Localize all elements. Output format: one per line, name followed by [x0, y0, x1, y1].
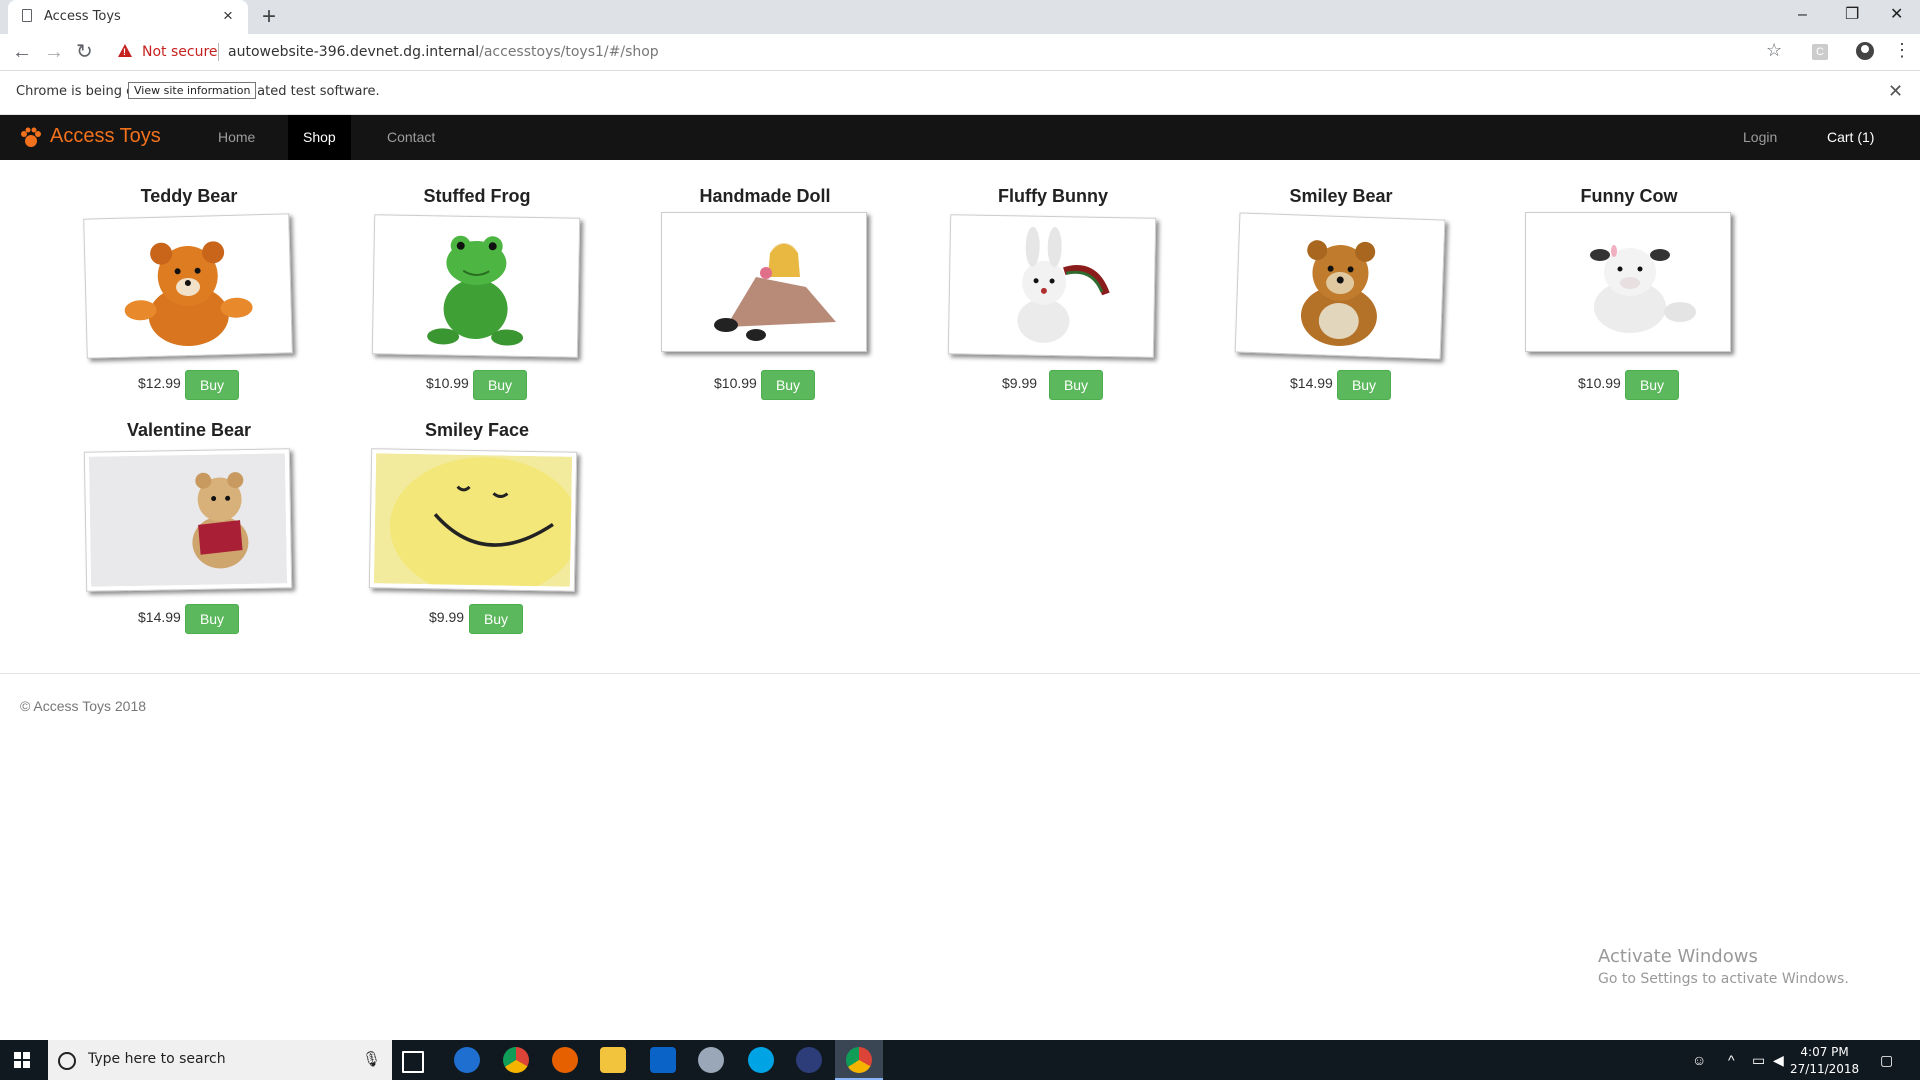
footer-divider	[0, 673, 1920, 674]
activation-title: Activate Windows	[1598, 946, 1758, 967]
infobar-close-icon[interactable]: ✕	[1888, 81, 1903, 102]
minimize-icon[interactable]: –	[1798, 4, 1807, 26]
tray-chevron-icon[interactable]: ^	[1728, 1052, 1735, 1068]
buy-button[interactable]: Buy	[1049, 370, 1103, 400]
product-price: $10.99	[714, 375, 757, 391]
windows-taskbar: Type here to search 🎙 ☺ ^ ▭ ◀ 4:07 PM 27…	[0, 1040, 1920, 1080]
product-name: Funny Cow	[1580, 186, 1678, 206]
teddy-bear-photo	[83, 213, 293, 359]
tab-close-icon[interactable]: ×	[223, 6, 233, 26]
outlook-icon[interactable]	[650, 1047, 676, 1073]
product-name: Smiley Face	[424, 420, 530, 440]
warning-mark: !	[123, 47, 126, 57]
product-name: Fluffy Bunny	[998, 186, 1108, 206]
browser-tab[interactable]: Access Toys ×	[8, 0, 248, 34]
reload-icon[interactable]: ↻	[76, 40, 93, 64]
product-name: Handmade Doll	[699, 186, 831, 206]
activation-subtitle: Go to Settings to activate Windows.	[1598, 971, 1849, 987]
buy-button[interactable]: Buy	[185, 604, 239, 634]
url-path: /accesstoys/toys1/#/shop	[479, 44, 659, 60]
footer-copyright: © Access Toys 2018	[20, 698, 147, 714]
browser-tabstrip: Access Toys × + – ❐ ✕	[0, 0, 1920, 34]
cortana-icon	[58, 1052, 76, 1070]
search-placeholder: Type here to search	[88, 1051, 226, 1067]
taskbar-clock[interactable]: 4:07 PM 27/11/2018	[1790, 1044, 1859, 1078]
product-price: $9.99	[1002, 375, 1038, 391]
buy-button[interactable]: Buy	[1625, 370, 1679, 400]
product-name: Valentine Bear	[126, 420, 252, 440]
nav-login[interactable]: Login	[1728, 115, 1792, 160]
clock-date: 27/11/2018	[1790, 1062, 1860, 1076]
tab-title: Access Toys	[44, 9, 121, 24]
microphone-icon[interactable]: 🎙	[362, 1050, 381, 1068]
windows-start-icon[interactable]	[14, 1052, 30, 1068]
profile-avatar-icon[interactable]	[1856, 42, 1874, 60]
funny-cow-photo	[1525, 212, 1731, 352]
buy-button[interactable]: Buy	[185, 370, 239, 400]
buy-button[interactable]: Buy	[1337, 370, 1391, 400]
product-price: $14.99	[1290, 375, 1333, 391]
site-info-tooltip: View site information	[128, 82, 257, 99]
eclipse-icon[interactable]	[796, 1047, 822, 1073]
product-price: $12.99	[138, 375, 181, 391]
buy-button[interactable]: Buy	[761, 370, 815, 400]
valentine-bear-photo	[83, 448, 293, 592]
product-name: Stuffed Frog	[423, 186, 531, 206]
buy-button[interactable]: Buy	[469, 604, 523, 634]
browser-toolbar: ← → ↻ ! Not secure autowebsite-396.devne…	[0, 34, 1920, 71]
window-close-icon[interactable]: ✕	[1890, 4, 1903, 26]
product-price: $10.99	[426, 375, 469, 391]
stuffed-frog-photo	[371, 214, 581, 358]
paw-logo-icon	[21, 127, 41, 147]
bookmark-star-icon[interactable]: ☆	[1766, 40, 1782, 61]
activation-watermark: Activate Windows Go to Settings to activ…	[1598, 946, 1849, 987]
nav-shop[interactable]: Shop	[288, 115, 351, 160]
forward-icon[interactable]: →	[44, 40, 64, 64]
smiley-face-photo	[368, 448, 578, 592]
buy-button[interactable]: Buy	[473, 370, 527, 400]
omnibox-divider	[218, 43, 219, 61]
new-tab-button[interactable]: +	[262, 3, 276, 31]
extension-icon[interactable]: C	[1812, 44, 1828, 60]
volume-icon[interactable]: ◀	[1773, 1052, 1784, 1069]
smiley-bear-photo	[1234, 212, 1446, 360]
security-label[interactable]: Not secure	[142, 44, 218, 60]
network-icon[interactable]: ▭	[1752, 1052, 1765, 1069]
url-text[interactable]: autowebsite-396.devnet.dg.internal/acces…	[228, 44, 659, 60]
edge-icon[interactable]	[454, 1047, 480, 1073]
chrome-icon[interactable]	[503, 1047, 529, 1073]
brand-link[interactable]: Access Toys	[50, 125, 161, 148]
task-view-icon[interactable]	[402, 1051, 424, 1073]
app-icon[interactable]	[698, 1047, 724, 1073]
url-host: autowebsite-396.devnet.dg.internal	[228, 44, 480, 60]
firefox-icon[interactable]	[552, 1047, 578, 1073]
people-icon[interactable]: ☺	[1692, 1052, 1706, 1068]
page-icon	[22, 9, 32, 22]
browser-menu-icon[interactable]: ⋮	[1893, 40, 1911, 61]
product-price: $10.99	[1578, 375, 1621, 391]
address-bar[interactable]: ! Not secure autowebsite-396.devnet.dg.i…	[106, 37, 1786, 67]
product-name: Smiley Bear	[1289, 186, 1393, 206]
skype-icon[interactable]	[748, 1047, 774, 1073]
product-price: $9.99	[429, 609, 465, 625]
clock-time: 4:07 PM	[1800, 1045, 1849, 1059]
file-explorer-icon[interactable]	[600, 1047, 626, 1073]
product-name: Teddy Bear	[140, 186, 238, 206]
product-price: $14.99	[138, 609, 181, 625]
nav-contact[interactable]: Contact	[372, 115, 450, 160]
back-icon[interactable]: ←	[12, 40, 32, 64]
restore-icon[interactable]: ❐	[1845, 4, 1859, 26]
handmade-doll-photo	[661, 212, 867, 352]
notifications-icon[interactable]: ▢	[1880, 1052, 1893, 1069]
nav-cart[interactable]: Cart (1)	[1812, 115, 1889, 160]
automation-infobar: Chrome is being controlled by automated …	[0, 71, 1920, 115]
nav-home[interactable]: Home	[203, 115, 270, 160]
chrome-active-icon[interactable]	[846, 1047, 872, 1073]
taskbar-search[interactable]: Type here to search 🎙	[48, 1040, 392, 1080]
site-navbar: Access Toys Home Shop Contact Login Cart…	[0, 115, 1920, 160]
fluffy-bunny-photo	[947, 214, 1157, 358]
